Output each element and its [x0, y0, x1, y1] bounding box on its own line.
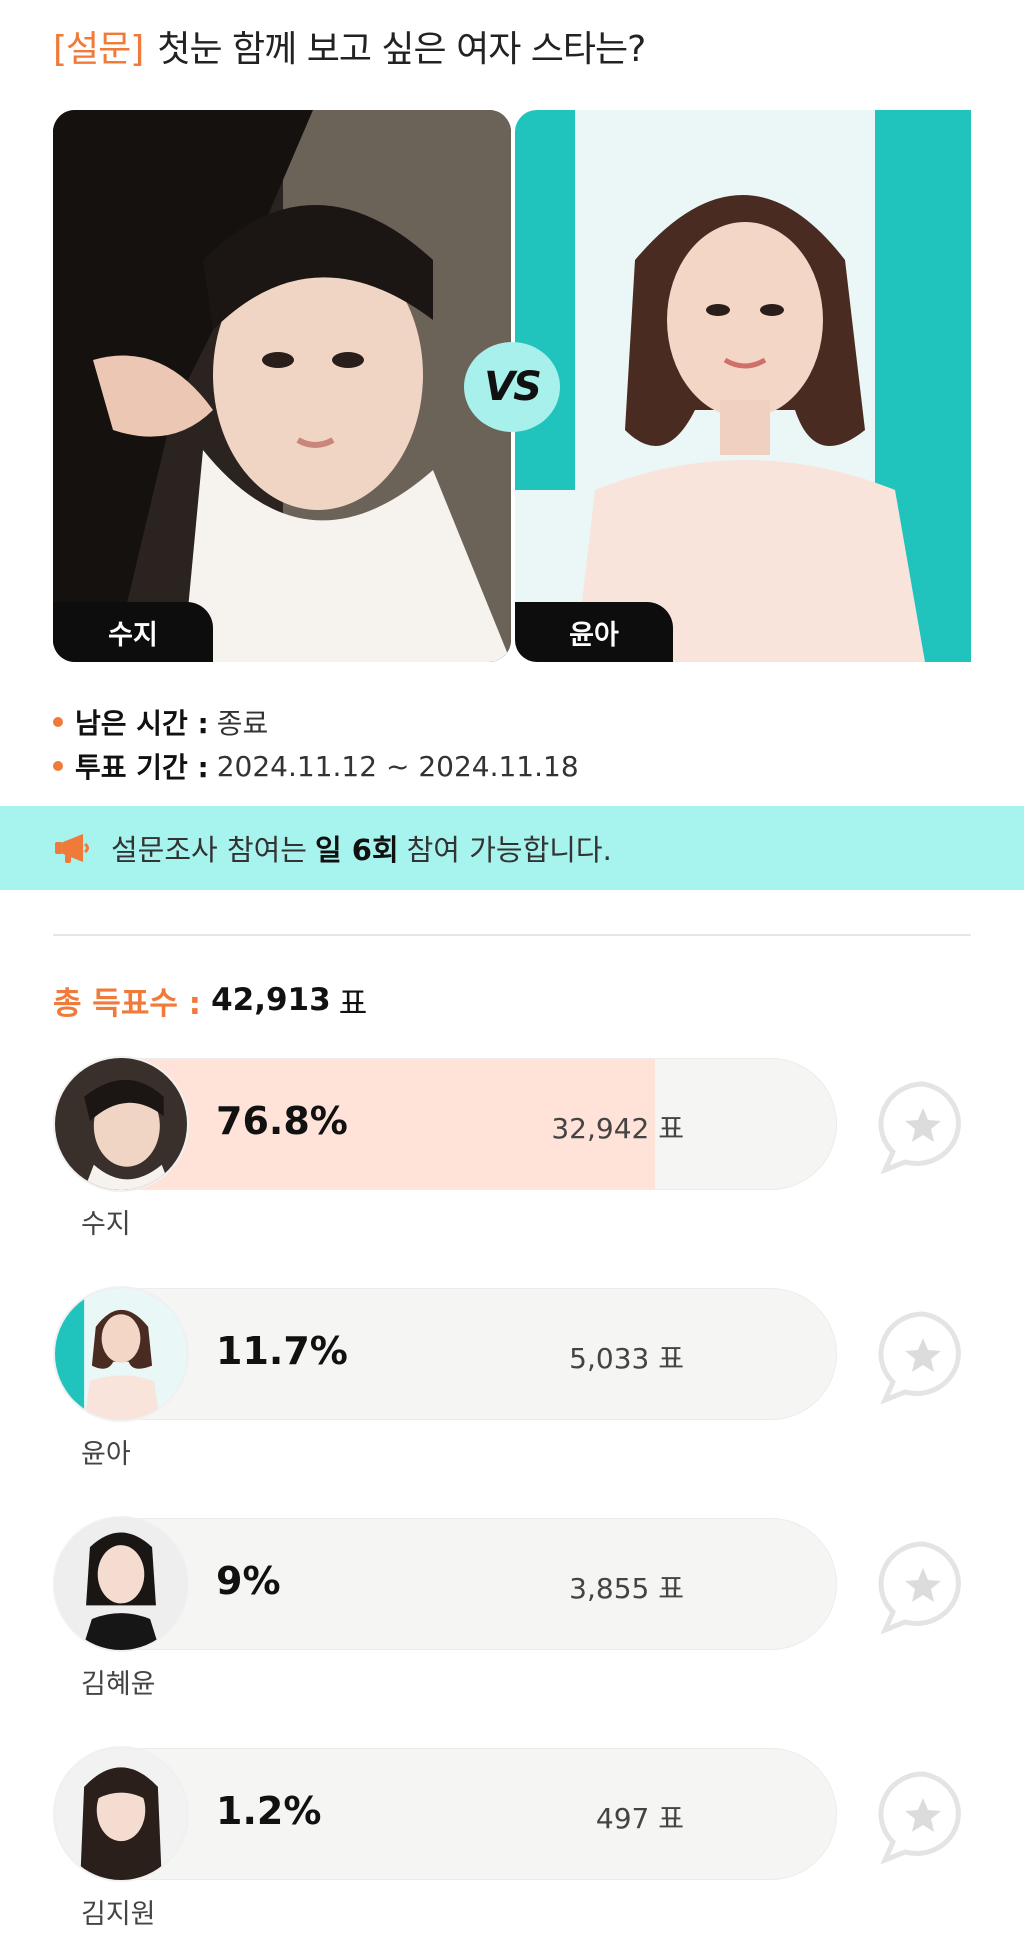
megaphone-icon — [55, 834, 89, 863]
remaining-time-label: 남은 시간 : — [75, 707, 209, 740]
remaining-time-row: 남은 시간 : 종료 — [53, 700, 579, 744]
bullet-icon — [53, 717, 63, 727]
candidate-name: 수지 — [81, 1209, 131, 1240]
survey-tag: [설문] — [53, 29, 144, 70]
comment-star-button[interactable] — [875, 1078, 971, 1174]
star-speech-icon — [878, 1311, 961, 1404]
comment-star-button[interactable] — [875, 1768, 971, 1864]
candidate-name: 김지원 — [81, 1899, 156, 1930]
right-candidate-name: 윤아 — [515, 602, 673, 662]
avatar — [53, 1746, 189, 1882]
result-votes: 3,855 표 — [569, 1572, 684, 1605]
result-percent: 11.7% — [216, 1329, 348, 1373]
avatar — [53, 1056, 189, 1192]
bullet-icon — [53, 761, 63, 771]
participation-notice: 설문조사 참여는 일 6회 참여 가능합니다. — [0, 806, 1024, 890]
result-votes: 497 표 — [595, 1802, 684, 1835]
candidate-name: 윤아 — [81, 1439, 131, 1470]
total-votes-value: 42,913 — [211, 982, 331, 1018]
total-votes-label: 총 득표수 : — [53, 985, 202, 1022]
result-percent: 9% — [216, 1559, 281, 1603]
result-row: 11.7% 5,033 표 윤아 — [53, 1286, 971, 1476]
star-speech-icon — [878, 1771, 961, 1864]
vs-badge: VS — [464, 342, 560, 432]
vote-period-value: 2024.11.12 ~ 2024.11.18 — [216, 749, 579, 783]
total-votes: 총 득표수 : 42,913 표 — [53, 972, 367, 1028]
total-votes-unit: 표 — [338, 985, 368, 1022]
star-speech-icon — [878, 1081, 961, 1174]
right-photo-illustration — [515, 110, 971, 662]
candidate-name: 김혜윤 — [81, 1669, 156, 1700]
notice-text-after: 참여 가능합니다. — [406, 833, 612, 867]
avatar — [53, 1516, 189, 1652]
right-candidate-photo[interactable]: 윤아 — [515, 110, 971, 662]
matchup-banner: 수지 윤아 VS — [53, 110, 971, 662]
notice-text-before: 설문조사 참여는 — [111, 833, 307, 867]
section-divider — [53, 934, 971, 936]
avatar-illustration — [55, 1748, 187, 1880]
vote-period-label: 투표 기간 : — [75, 751, 209, 784]
avatar — [53, 1286, 189, 1422]
result-row: 1.2% 497 표 김지원 — [53, 1746, 971, 1936]
result-votes: 32,942 표 — [551, 1112, 684, 1145]
notice-text-bold: 일 6회 — [314, 833, 399, 867]
left-photo-illustration — [53, 110, 511, 662]
comment-star-button[interactable] — [875, 1538, 971, 1634]
avatar-illustration — [55, 1288, 187, 1420]
avatar-illustration — [55, 1058, 187, 1190]
survey-info: 남은 시간 : 종료 투표 기간 : 2024.11.12 ~ 2024.11.… — [53, 700, 579, 788]
page-title: [설문] 첫눈 함께 보고 싶은 여자 스타는? — [53, 18, 646, 74]
vote-period-row: 투표 기간 : 2024.11.12 ~ 2024.11.18 — [53, 744, 579, 788]
result-percent: 1.2% — [216, 1789, 322, 1833]
survey-question: 첫눈 함께 보고 싶은 여자 스타는? — [157, 29, 646, 70]
left-candidate-photo[interactable]: 수지 — [53, 110, 511, 662]
comment-star-button[interactable] — [875, 1308, 971, 1404]
result-row: 76.8% 32,942 표 수지 — [53, 1056, 971, 1246]
result-votes: 5,033 표 — [569, 1342, 684, 1375]
avatar-illustration — [55, 1518, 187, 1650]
left-candidate-name: 수지 — [53, 602, 213, 662]
result-percent: 76.8% — [216, 1099, 348, 1143]
remaining-time-value: 종료 — [216, 707, 269, 740]
result-row: 9% 3,855 표 김혜윤 — [53, 1516, 971, 1706]
star-speech-icon — [878, 1541, 961, 1634]
